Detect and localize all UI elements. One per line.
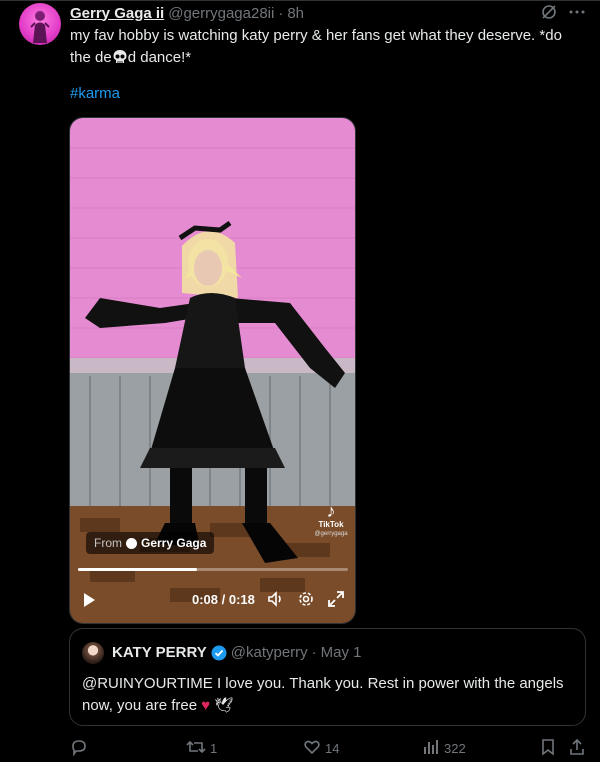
quoted-tweet[interactable]: KATY PERRY @katyperry · May 1 @RUINYOURT… [69,628,586,726]
quoted-author-handle[interactable]: @katyperry [231,644,308,661]
source-attribution[interactable]: From Gerry Gaga [86,532,215,554]
quoted-author-avatar[interactable] [82,642,104,664]
volume-icon[interactable] [267,590,285,613]
settings-gear-icon[interactable] [297,590,315,613]
bookmark-button[interactable] [540,738,556,759]
retweet-icon [186,738,206,759]
tiktok-label: TikTok [318,520,344,529]
quoted-text: @RUINYOURTIME I love you. Thank you. Res… [82,673,577,717]
tweet[interactable]: Gerry Gaga ii @gerrygaga28ii · 8h my fav… [0,0,600,762]
reply-icon [70,738,88,759]
tweet-actions: 1 14 322 [70,738,590,758]
fullscreen-icon[interactable] [327,590,345,613]
author-handle[interactable]: @gerrygaga28ii [168,5,274,22]
tiktok-handle: @gerrygaga [314,531,348,537]
quoted-date[interactable]: May 1 [321,644,362,661]
author-avatar[interactable] [19,3,61,45]
retweet-count: 1 [210,741,218,756]
tweet-time[interactable]: 8h [287,5,304,22]
tweet-top-actions [540,3,586,21]
play-icon[interactable] [82,592,96,613]
video-progress-bar[interactable] [78,568,348,571]
tweet-text-part-2: d dance!* [127,49,192,66]
dove-emoji-icon: 🕊 [214,697,234,714]
share-button[interactable] [568,738,586,759]
like-count: 14 [325,741,340,756]
video-progress-fill [78,568,197,571]
retweet-button[interactable]: 1 [186,738,217,759]
from-label: From [94,536,122,550]
views-count: 322 [444,741,466,756]
views-chart-icon [422,738,440,759]
source-name: Gerry Gaga [141,536,207,550]
tiktok-watermark: ♪ TikTok @gerrygaga [313,502,349,537]
bookmark-icon [540,738,556,759]
more-icon[interactable] [568,3,586,21]
author-name[interactable]: Gerry Gaga ii [70,5,164,22]
share-icon [568,738,586,759]
tweet-text: my fav hobby is watching katy perry & he… [70,25,582,69]
video-controls: 0:08 / 0:18 [70,588,355,613]
video-control-icons [267,590,345,613]
tiktok-logo-icon: ♪ [326,501,336,521]
separator: · [278,4,284,22]
quoted-text-body: @RUINYOURTIME I love you. Thank you. Res… [82,675,564,714]
quoted-author-name[interactable]: KATY PERRY [112,644,207,661]
like-button[interactable]: 14 [303,738,339,759]
reply-button[interactable] [70,738,92,759]
quoted-separator: · [311,644,317,661]
user-icon [126,537,137,549]
video-player[interactable]: From Gerry Gaga ♪ TikTok @gerrygaga 0:08… [69,117,356,624]
heart-icon [303,738,321,759]
quoted-header: KATY PERRY @katyperry · May 1 [112,644,362,661]
hashtag-link[interactable]: #karma [70,85,120,102]
views-button[interactable]: 322 [422,738,466,759]
verified-badge-icon [211,645,227,661]
video-timecode: 0:08 / 0:18 [192,592,255,607]
grok-icon[interactable] [540,3,558,21]
tweet-header: Gerry Gaga ii @gerrygaga28ii · 8h [70,3,304,23]
red-heart-emoji-icon: ♥ [201,697,211,714]
skull-emoji-icon [112,49,128,65]
